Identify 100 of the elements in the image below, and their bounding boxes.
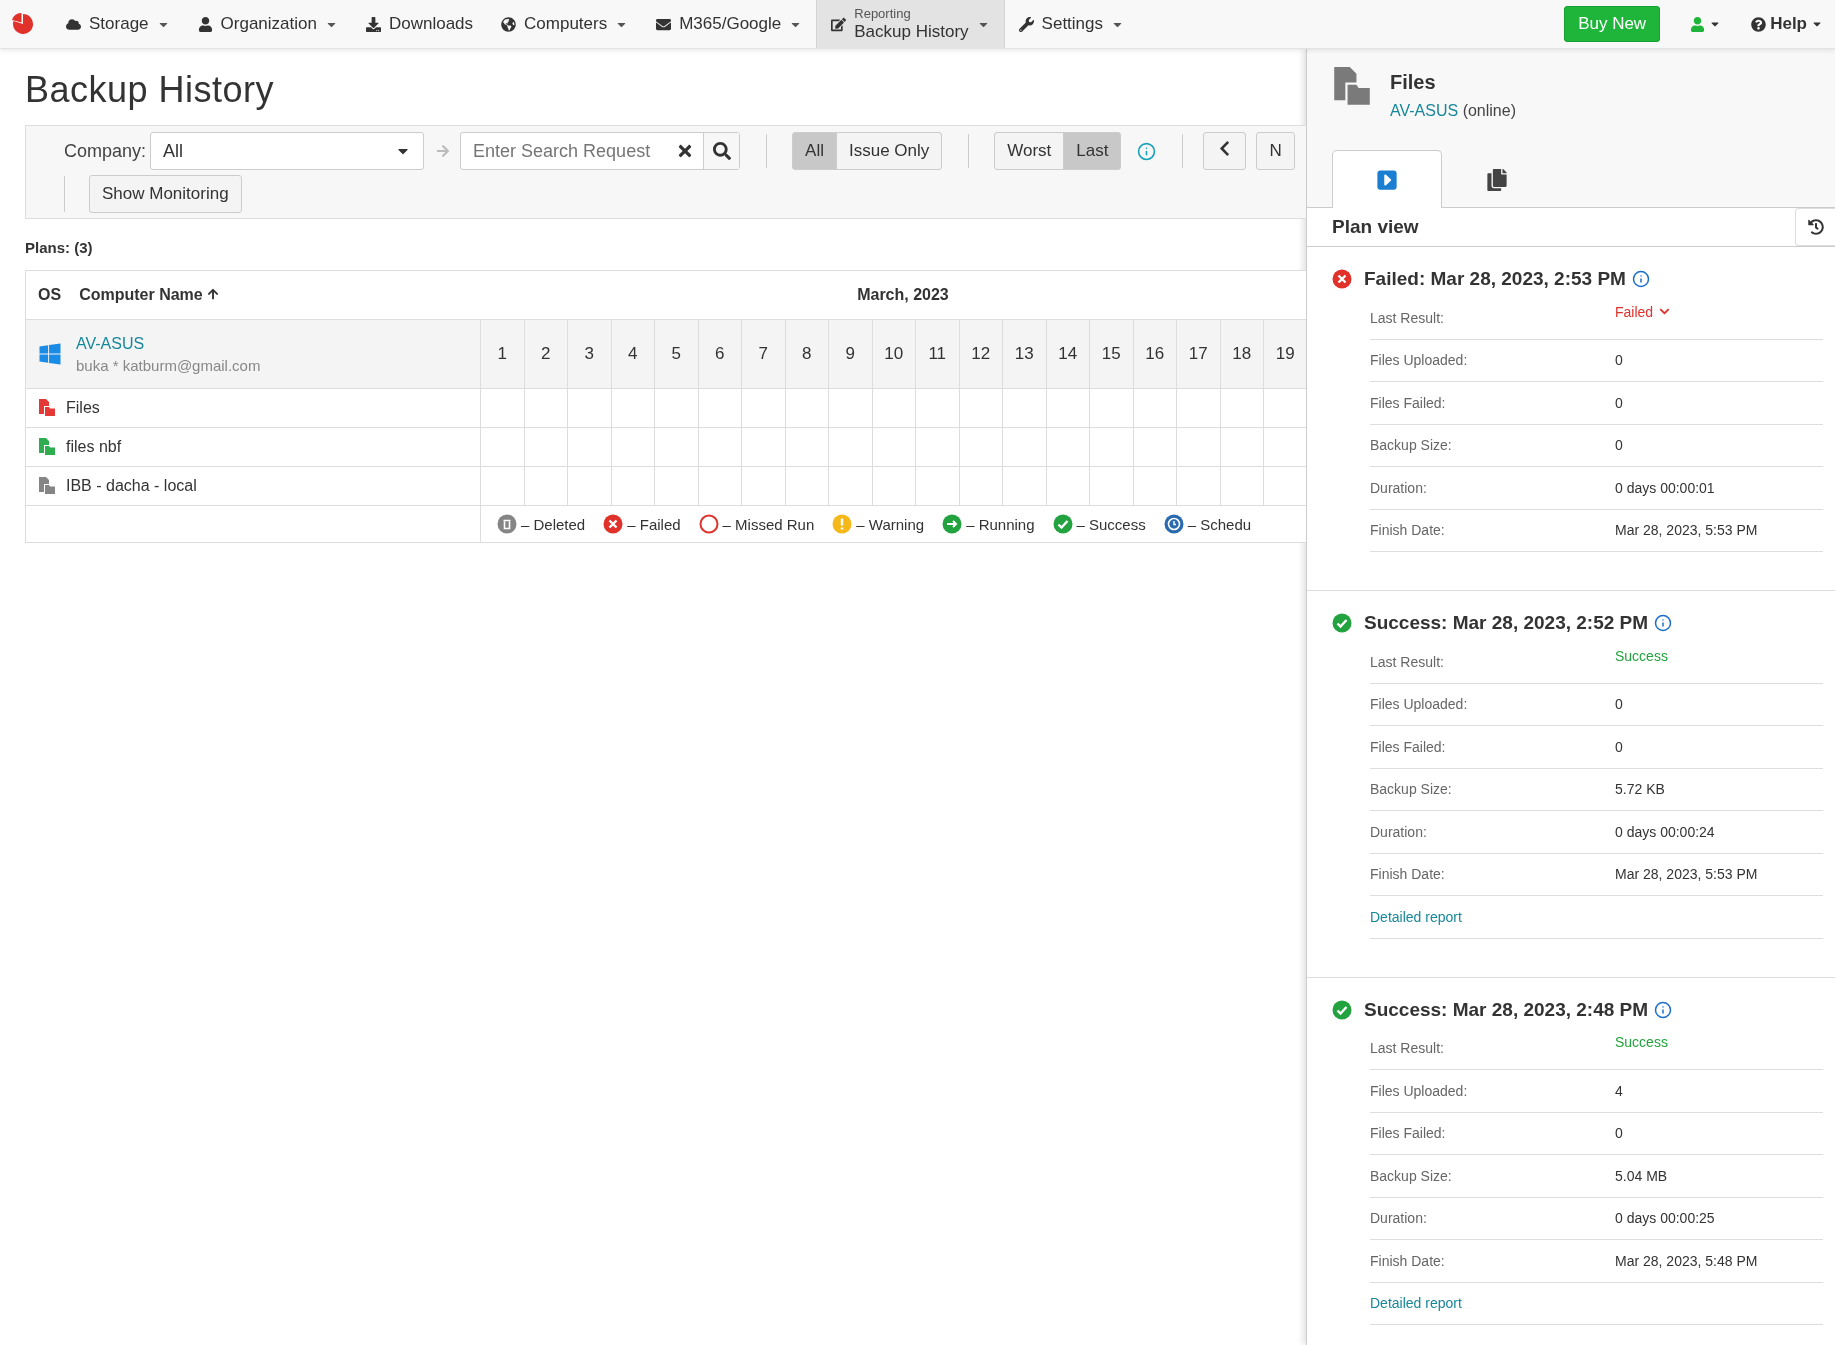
history-button[interactable] <box>1795 208 1835 246</box>
status-icon <box>832 514 853 534</box>
day-header: 10 <box>872 320 916 388</box>
day-header: 14 <box>1046 320 1090 388</box>
legend-label: – Schedu <box>1187 515 1252 533</box>
detailed-report-link[interactable]: Detailed report <box>1370 1295 1462 1312</box>
detail-label: Backup Size: <box>1370 781 1453 798</box>
day-header: 11 <box>916 320 960 388</box>
computer-owner: buka * katburm@gmail.com <box>76 356 261 374</box>
nav-menu-item[interactable]: Downloads <box>351 0 488 48</box>
nav-menu-item[interactable]: Organization <box>183 0 352 48</box>
copy-icon <box>1486 168 1508 191</box>
nav-menu-item[interactable]: M365/Google <box>642 0 817 48</box>
legend-label: – Success <box>1076 515 1146 533</box>
detail-value: 0 days 00:00:24 <box>1615 823 1715 840</box>
plan-name[interactable]: files nbf <box>66 438 122 456</box>
detail-value: 0 <box>1615 1125 1623 1142</box>
detail-label: Backup Size: <box>1370 437 1453 454</box>
detail-label: Files Failed: <box>1370 738 1447 755</box>
info-icon[interactable] <box>1137 141 1157 161</box>
detail-value: 5.04 MB <box>1615 1167 1668 1184</box>
result-value: Failed <box>1615 303 1654 320</box>
nav-label: Backup History <box>854 21 969 42</box>
nav-menu-item[interactable]: Storage <box>52 0 184 48</box>
info-icon[interactable] <box>1654 614 1673 632</box>
day-header: 3 <box>568 320 612 388</box>
detail-value: Mar 28, 2023, 5:48 PM <box>1615 1252 1758 1269</box>
nav-label: Storage <box>89 14 149 34</box>
nav-label: Computers <box>524 14 608 34</box>
computer-link[interactable]: AV-ASUS <box>76 334 261 353</box>
search-field[interactable]: Enter Search Request <box>461 133 668 169</box>
detail-value: 4 <box>1615 1082 1623 1099</box>
mode-button[interactable]: Last <box>1063 132 1122 170</box>
company-select[interactable]: All <box>150 132 425 170</box>
day-header: 9 <box>829 320 873 388</box>
search-field[interactable]: Enter Search Request <box>460 132 741 170</box>
day-header: 8 <box>785 320 829 388</box>
user-icon <box>1690 16 1706 32</box>
search-icon <box>712 142 731 160</box>
online-status: (online) <box>1462 102 1516 119</box>
nav-label: M365/Google <box>679 14 782 34</box>
info-icon[interactable] <box>1654 1000 1673 1019</box>
detail-label: Last Result: <box>1370 1040 1445 1057</box>
result-title: Success: Mar 28, 2023, 2:52 PM <box>1364 612 1649 634</box>
nav-label: Organization <box>220 14 317 34</box>
detail-value: 5.72 KB <box>1615 781 1665 798</box>
nav-label: Downloads <box>388 14 474 34</box>
column-header[interactable]: Computer Name <box>79 286 220 304</box>
detail-value: 0 <box>1615 738 1623 755</box>
detail-label: Files Failed: <box>1370 394 1447 411</box>
detail-label: Finish Date: <box>1370 866 1446 883</box>
day-header: 1 <box>481 320 525 388</box>
info-icon[interactable] <box>1631 270 1650 288</box>
detailed-report-link[interactable]: Detailed report <box>1370 908 1462 925</box>
previous-button[interactable] <box>1203 132 1247 170</box>
mode-button[interactable]: Worst <box>994 132 1065 170</box>
day-header: 13 <box>1003 320 1047 388</box>
day-header: 12 <box>959 320 1003 388</box>
next-button[interactable]: N <box>1256 132 1295 170</box>
nav-menu-item[interactable]: Settings <box>1004 0 1139 48</box>
windows-icon <box>38 342 62 366</box>
day-header: 17 <box>1177 320 1221 388</box>
panel-title: Files <box>1390 71 1437 94</box>
detail-label: Duration: <box>1370 479 1428 496</box>
filter-button[interactable]: Issue Only <box>835 132 943 170</box>
day-header: 7 <box>742 320 786 388</box>
logo-icon <box>12 13 34 35</box>
nav-menu-item[interactable]: Reporting Backup History <box>816 0 1005 48</box>
status-icon <box>1332 999 1352 1020</box>
detail-value: Mar 28, 2023, 5:53 PM <box>1615 522 1758 539</box>
play-icon <box>1376 168 1398 191</box>
filter-button[interactable]: All <box>792 132 837 170</box>
plan-name[interactable]: Files <box>66 399 100 417</box>
company-label: Company: <box>64 140 147 162</box>
status-icon <box>1332 269 1352 289</box>
month-label: March, 2023 <box>857 286 949 304</box>
result-title: Failed: Mar 28, 2023, 2:53 PM <box>1364 268 1626 290</box>
panel-tab[interactable] <box>1332 150 1442 208</box>
plan-name[interactable]: IBB - dacha - local <box>66 477 197 495</box>
detail-label: Duration: <box>1370 823 1428 840</box>
detail-label: Files Uploaded: <box>1370 352 1469 369</box>
help-icon <box>1751 16 1767 32</box>
computer-link[interactable]: AV-ASUS <box>1390 102 1459 119</box>
result-value: Success <box>1615 647 1668 664</box>
detail-value: 0 <box>1615 696 1623 713</box>
day-header: 19 <box>1264 320 1306 388</box>
show-monitoring-button[interactable]: Show Monitoring <box>89 175 242 213</box>
legend-label: – Missed Run <box>722 515 815 533</box>
status-icon <box>1163 514 1184 534</box>
help-menu[interactable]: Help <box>1739 14 1835 34</box>
nav-overline: Reporting <box>854 6 912 22</box>
status-icon <box>942 514 963 534</box>
result-title: Success: Mar 28, 2023, 2:48 PM <box>1364 998 1649 1021</box>
detail-value: 0 days 00:00:01 <box>1615 479 1715 496</box>
day-header: 16 <box>1133 320 1177 388</box>
plans-count: Plans: (3) <box>25 239 94 256</box>
detail-label: Finish Date: <box>1370 522 1446 539</box>
search-button[interactable] <box>703 133 740 169</box>
detail-label: Last Result: <box>1370 653 1445 670</box>
nav-menu-item[interactable]: Computers <box>487 0 643 48</box>
